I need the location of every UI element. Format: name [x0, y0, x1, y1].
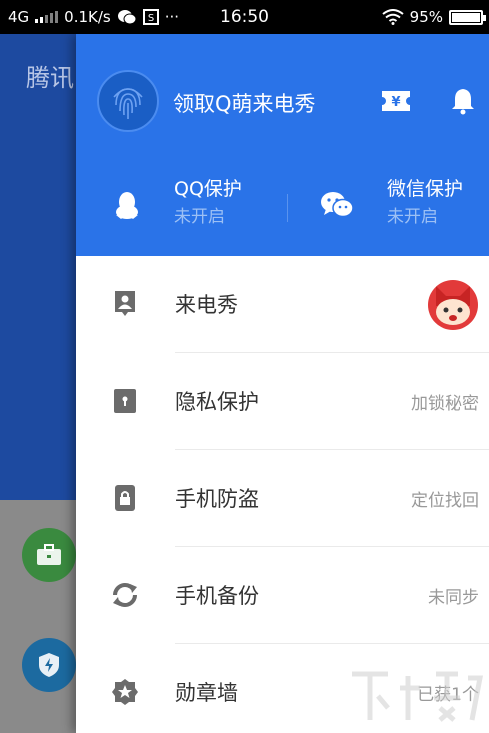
menu-value: 未同步: [428, 588, 479, 608]
toolbox-button[interactable]: [22, 528, 76, 582]
wechat-protection-title: 微信保护: [387, 178, 464, 200]
svg-text:S: S: [148, 13, 154, 24]
status-bar: 4G 0.1K/s S ··· 16:50 95%: [0, 0, 489, 34]
header-divider: [287, 194, 288, 222]
sync-icon: [110, 580, 140, 610]
menu-label: 勋章墙: [175, 681, 238, 705]
menu-item-backup[interactable]: 手机备份 未同步: [76, 547, 489, 644]
bell-icon[interactable]: [448, 86, 478, 116]
network-type: 4G: [8, 8, 30, 26]
shield-button[interactable]: [22, 638, 76, 692]
wechat-protection[interactable]: 微信保护 未开启: [320, 174, 463, 234]
briefcase-icon: [37, 544, 61, 565]
medal-icon: [110, 677, 140, 707]
wechat-protection-status: 未开启: [387, 207, 438, 227]
fingerprint-icon: [113, 88, 143, 119]
menu-item-anti-theft[interactable]: 手机防盗 定位找回: [76, 450, 489, 547]
drawer-header: 领取Q萌来电秀 ¥ QQ保护 未开启 微信保护 未开启: [76, 34, 489, 256]
wifi-icon: [382, 9, 404, 25]
status-left: 4G 0.1K/s S ···: [8, 0, 179, 34]
more-notifications-icon: ···: [164, 8, 180, 26]
wechat-notification-icon: [117, 10, 137, 25]
menu-value: 定位找回: [411, 491, 479, 511]
menu-label: 隐私保护: [175, 390, 259, 414]
qq-protection[interactable]: QQ保护 未开启: [110, 174, 242, 234]
signal-icon: [35, 11, 59, 23]
menu-label: 手机防盗: [175, 487, 259, 511]
menu-item-caller-show[interactable]: 来电秀: [76, 256, 489, 353]
shield-bolt-icon: [39, 653, 59, 677]
promo-link[interactable]: 领取Q萌来电秀: [173, 88, 316, 118]
menu-value: 已获1个: [417, 685, 479, 705]
coupon-icon[interactable]: ¥: [381, 86, 411, 116]
phone-lock-icon: [110, 483, 140, 513]
avatar[interactable]: [97, 70, 159, 132]
menu-label: 来电秀: [175, 293, 238, 317]
contact-card-icon: [110, 289, 140, 319]
background-app-title: 腾讯: [26, 64, 74, 92]
battery-icon: [449, 9, 486, 25]
qq-protection-status: 未开启: [174, 207, 225, 227]
menu-item-privacy[interactable]: 隐私保护 加锁秘密: [76, 353, 489, 450]
battery-percent: 95%: [409, 8, 443, 26]
menu-item-medal-wall[interactable]: 勋章墙 已获1个: [76, 644, 489, 733]
qq-protection-title: QQ保护: [174, 178, 242, 200]
menu-value: 加锁秘密: [411, 394, 479, 414]
privacy-lock-icon: [110, 386, 140, 416]
side-drawer: 领取Q萌来电秀 ¥ QQ保护 未开启 微信保护 未开启 来电秀 隐私保护 加锁秘…: [76, 34, 489, 733]
wechat-icon: [320, 188, 354, 222]
fox-avatar-icon: [428, 280, 478, 330]
svg-text:¥: ¥: [391, 95, 400, 110]
image-notification-icon: S: [142, 9, 159, 25]
menu-label: 手机备份: [175, 584, 259, 608]
status-right: 95%: [382, 0, 486, 34]
drawer-menu: 来电秀 隐私保护 加锁秘密 手机防盗 定位找回 手机备份 未同步 勋章墙 已获1…: [76, 256, 489, 733]
network-speed: 0.1K/s: [64, 8, 111, 26]
qq-penguin-icon: [110, 188, 144, 222]
